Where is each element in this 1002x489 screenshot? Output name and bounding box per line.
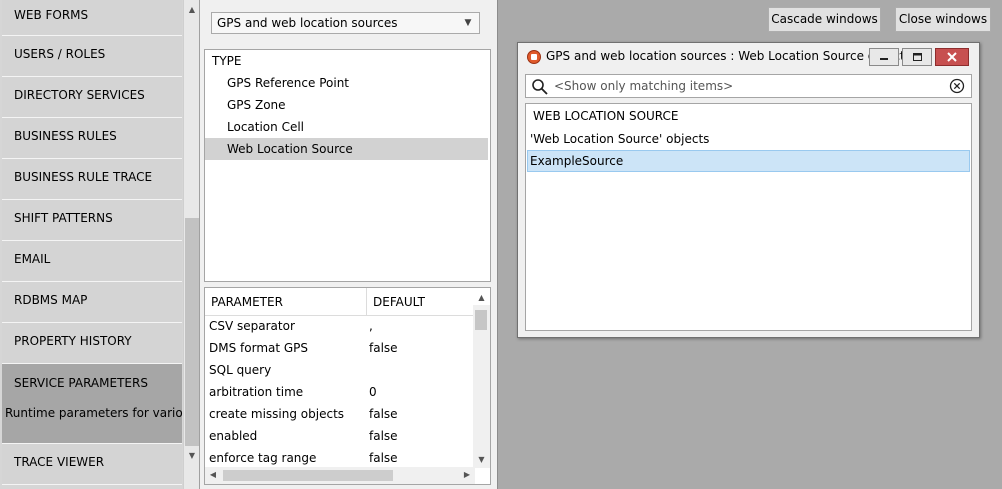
child-window: GPS and web location sources : Web Locat… — [517, 42, 980, 338]
scroll-down-arrow-icon[interactable]: ▼ — [473, 452, 490, 468]
type-item-gps-reference-point[interactable]: GPS Reference Point — [205, 72, 488, 94]
type-list: TYPE GPS Reference Point GPS Zone Locati… — [204, 49, 491, 282]
chevron-down-icon: ▼ — [464, 18, 472, 28]
scroll-down-arrow-icon[interactable]: ▼ — [184, 448, 199, 464]
sidebar-item-label: EMAIL — [14, 252, 51, 266]
object-list-header: WEB LOCATION SOURCE — [533, 109, 679, 123]
search-icon — [532, 79, 548, 95]
sidebar-item-web-forms[interactable]: WEB FORMS — [2, 0, 182, 36]
parameter-name: DMS format GPS — [209, 341, 309, 355]
type-list-header: TYPE — [212, 54, 242, 68]
scroll-left-arrow-icon[interactable]: ◀ — [205, 467, 221, 483]
sidebar-item-property-history[interactable]: PROPERTY HISTORY — [2, 323, 182, 364]
sidebar-list: WEB FORMS USERS / ROLES DIRECTORY SERVIC… — [2, 0, 199, 485]
table-row[interactable]: SQL query — [205, 359, 473, 381]
sidebar-item-label: BUSINESS RULE TRACE — [14, 170, 153, 184]
list-item-selected[interactable]: ExampleSource — [527, 150, 970, 172]
parameter-name: enforce tag range — [209, 451, 317, 465]
window-title: GPS and web location sources : Web Locat… — [546, 49, 911, 63]
sidebar-item-service-parameters[interactable]: SERVICE PARAMETERS Runtime parameters fo… — [2, 364, 199, 444]
table-row[interactable]: create missing objects false — [205, 403, 473, 425]
sidebar-item-business-rule-trace[interactable]: BUSINESS RULE TRACE — [2, 159, 182, 200]
table-row[interactable]: enforce tag range false — [205, 447, 473, 469]
parameter-name: SQL query — [209, 363, 272, 377]
sidebar-item-business-rules[interactable]: BUSINESS RULES — [2, 118, 182, 159]
window-titlebar[interactable]: GPS and web location sources : Web Locat… — [518, 43, 979, 71]
clear-search-icon[interactable] — [949, 78, 965, 94]
type-dropdown[interactable]: GPS and web location sources ▼ — [211, 12, 480, 34]
parameter-name: arbitration time — [209, 385, 304, 399]
type-item-location-cell[interactable]: Location Cell — [205, 116, 488, 138]
sidebar-item-email[interactable]: EMAIL — [2, 241, 182, 282]
object-list: WEB LOCATION SOURCE 'Web Location Source… — [525, 103, 972, 331]
table-row[interactable]: DMS format GPS false — [205, 337, 473, 359]
close-windows-button[interactable]: Close windows — [895, 7, 991, 32]
sidebar-item-shift-patterns[interactable]: SHIFT PATTERNS — [2, 200, 182, 241]
minimize-button[interactable] — [869, 48, 899, 66]
parameter-horizontal-scrollbar[interactable]: ◀ ▶ — [205, 467, 475, 484]
search-box[interactable] — [525, 74, 972, 98]
sidebar-item-label: SHIFT PATTERNS — [14, 211, 113, 225]
sidebar-item-label: BUSINESS RULES — [14, 129, 117, 143]
sidebar-item-label: TRACE VIEWER — [14, 455, 105, 469]
sidebar-item-label: WEB FORMS — [14, 8, 89, 22]
column-header-default[interactable]: DEFAULT — [367, 288, 473, 316]
restore-icon — [913, 53, 922, 61]
scrollbar-thumb[interactable] — [475, 310, 487, 330]
type-item-web-location-source[interactable]: Web Location Source — [205, 138, 488, 160]
sidebar-item-directory-services[interactable]: DIRECTORY SERVICES — [2, 77, 182, 118]
sidebar-item-label: SERVICE PARAMETERS — [14, 376, 148, 390]
parameter-name: create missing objects — [209, 407, 345, 421]
sidebar-item-trace-viewer[interactable]: TRACE VIEWER — [2, 444, 182, 485]
scrollbar-thumb[interactable] — [185, 218, 199, 446]
sidebar-nav: WEB FORMS USERS / ROLES DIRECTORY SERVIC… — [0, 0, 200, 489]
middle-pane: GPS and web location sources ▼ TYPE GPS … — [201, 0, 494, 489]
table-row[interactable]: arbitration time 0 — [205, 381, 473, 403]
maximize-button[interactable] — [902, 48, 932, 66]
parameter-default: false — [369, 341, 398, 355]
close-button[interactable] — [935, 48, 969, 66]
scrollbar-thumb[interactable] — [223, 470, 393, 481]
sidebar-item-rdbms-map[interactable]: RDBMS MAP — [2, 282, 182, 323]
sidebar-item-users-roles[interactable]: USERS / ROLES — [2, 36, 182, 77]
table-row[interactable]: CSV separator, — [205, 315, 473, 337]
sidebar-item-label: PROPERTY HISTORY — [14, 334, 132, 348]
parameter-default: false — [369, 429, 398, 443]
mdi-workspace: Cascade windows Close windows GPS and we… — [497, 0, 1002, 489]
sidebar-item-label: USERS / ROLES — [14, 47, 106, 61]
sidebar-item-label: RDBMS MAP — [14, 293, 88, 307]
list-item[interactable]: 'Web Location Source' objects — [527, 128, 970, 150]
sidebar-item-label: DIRECTORY SERVICES — [14, 88, 145, 102]
sidebar-item-description: Runtime parameters for various services — [5, 406, 199, 420]
scroll-right-arrow-icon[interactable]: ▶ — [459, 467, 475, 483]
close-icon — [947, 52, 957, 62]
minimize-icon — [880, 58, 888, 60]
type-item-gps-zone[interactable]: GPS Zone — [205, 94, 488, 116]
parameter-default: false — [369, 407, 398, 421]
parameter-default: , — [369, 319, 373, 333]
cascade-windows-button[interactable]: Cascade windows — [768, 7, 881, 32]
search-input[interactable] — [554, 77, 944, 95]
column-header-parameter[interactable]: PARAMETER — [205, 288, 367, 316]
app-icon — [527, 50, 541, 64]
type-dropdown-value: GPS and web location sources — [217, 16, 398, 30]
parameter-default: 0 — [369, 385, 377, 399]
parameter-name: CSV separator — [209, 319, 295, 333]
parameter-name: enabled — [209, 429, 258, 443]
sidebar-scrollbar[interactable]: ▲ ▼ — [183, 0, 199, 489]
scroll-up-arrow-icon[interactable]: ▲ — [473, 290, 490, 306]
parameter-vertical-scrollbar[interactable]: ▲ ▼ — [473, 293, 490, 468]
parameter-default: false — [369, 451, 398, 465]
table-row[interactable]: enabled false — [205, 425, 473, 447]
scroll-up-arrow-icon[interactable]: ▲ — [184, 2, 199, 18]
parameter-table: PARAMETER DEFAULT CSV separator, DMS for… — [204, 287, 491, 485]
